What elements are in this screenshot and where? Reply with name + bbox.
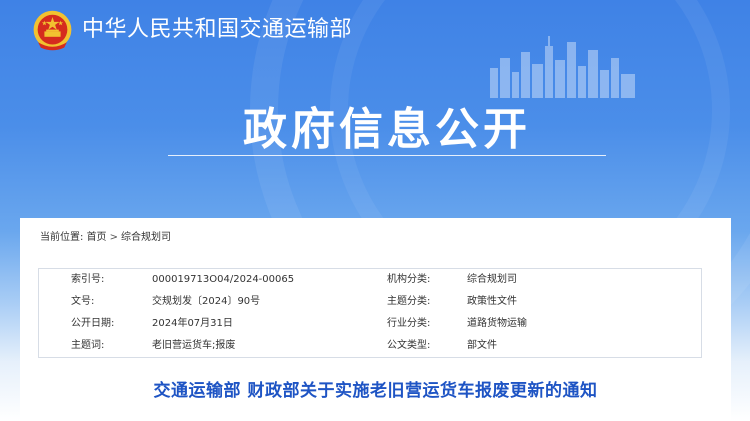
metadata-key: 文号: (71, 296, 95, 307)
title-divider (168, 155, 606, 156)
breadcrumb-label: 当前位置: (40, 232, 84, 243)
breadcrumb-separator: > (109, 232, 118, 243)
metadata-value: 000019713O04/2024-00065 (152, 274, 295, 285)
metadata-row: 索引号: 000019713O04/2024-00065 机构分类: 综合规划司 (39, 269, 701, 291)
metadata-value: 综合规划司 (467, 274, 517, 285)
metadata-row: 公开日期: 2024年07月31日 行业分类: 道路货物运输 (39, 313, 701, 335)
document-title: 交通运输部 财政部关于实施老旧营运货车报废更新的通知 (153, 381, 598, 401)
city-skyline-icon (490, 36, 635, 98)
banner-title: 政府信息公开 (243, 104, 531, 155)
metadata-key: 主题词: (71, 340, 105, 351)
metadata-row: 主题词: 老旧营运货车;报废 公文类型: 部文件 (39, 335, 701, 357)
breadcrumb: 当前位置: 首页 > 综合规划司 (40, 230, 171, 246)
content-panel: 当前位置: 首页 > 综合规划司 索引号: 000019713O04/2024-00… (20, 218, 731, 421)
metadata-key: 行业分类: (387, 318, 431, 329)
ministry-name[interactable]: 中华人民共和国交通运输部 (82, 15, 352, 45)
metadata-value: 部文件 (467, 340, 497, 351)
metadata-value: 政策性文件 (467, 296, 517, 307)
metadata-key: 索引号: (71, 274, 105, 285)
metadata-value: 2024年07月31日 (152, 318, 233, 329)
breadcrumb-department-link[interactable]: 综合规划司 (121, 232, 171, 243)
document-metadata-table: 索引号: 000019713O04/2024-00065 机构分类: 综合规划司… (38, 268, 702, 358)
metadata-value: 老旧营运货车;报废 (152, 340, 236, 351)
metadata-row: 文号: 交规划发〔2024〕90号 主题分类: 政策性文件 (39, 291, 701, 313)
metadata-key: 机构分类: (387, 274, 431, 285)
metadata-key: 公开日期: (71, 318, 115, 329)
national-emblem-icon (33, 10, 72, 51)
metadata-key: 公文类型: (387, 340, 431, 351)
metadata-key: 主题分类: (387, 296, 431, 307)
breadcrumb-home-link[interactable]: 首页 (87, 232, 107, 243)
metadata-value: 道路货物运输 (467, 318, 527, 329)
metadata-value: 交规划发〔2024〕90号 (152, 296, 261, 307)
